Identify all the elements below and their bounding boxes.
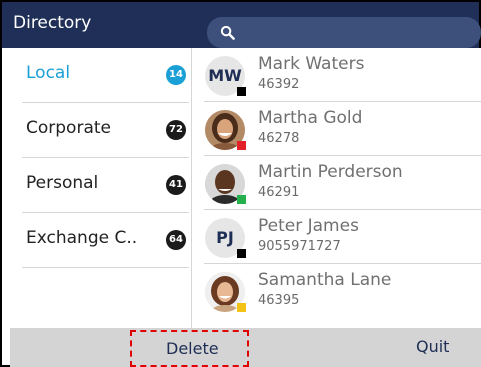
contact-extension: 46291 (258, 185, 300, 200)
quit-button[interactable]: Quit (416, 337, 449, 356)
sidebar-item-personal[interactable]: Personal 41 (22, 158, 189, 213)
sidebar-item-label: Corporate (26, 118, 111, 138)
directory-screen: Directory Local 14 Corporate 72 Personal… (0, 0, 481, 367)
sidebar-item-label: Local (26, 63, 71, 83)
delete-button[interactable]: Delete (130, 330, 249, 367)
count-badge: 64 (166, 230, 186, 250)
contact-extension: 46395 (258, 293, 300, 308)
contact-row-samantha-lane[interactable]: Samantha Lane 46395 (194, 265, 481, 318)
contact-list: MW Mark Waters 46392 Martha Gold 46278 M… (194, 48, 481, 328)
count-badge: 41 (166, 175, 186, 195)
presence-status-icon (237, 87, 246, 96)
search-icon (220, 25, 235, 40)
contact-name: Peter James (258, 216, 359, 236)
sidebar-item-exchange[interactable]: Exchange C.. 64 (22, 213, 189, 268)
directory-sidebar: Local 14 Corporate 72 Personal 41 Exchan… (10, 48, 192, 328)
header-bar: Directory (2, 2, 481, 48)
sidebar-item-local[interactable]: Local 14 (22, 48, 189, 103)
sidebar-item-label: Exchange C.. (26, 228, 138, 248)
presence-status-icon (237, 195, 246, 204)
contact-row-martin-perderson[interactable]: Martin Perderson 46291 (194, 157, 481, 210)
presence-status-icon (237, 303, 246, 312)
contact-extension: 46278 (258, 131, 300, 146)
contact-name: Martin Perderson (258, 162, 403, 182)
contact-row-mark-waters[interactable]: MW Mark Waters 46392 (194, 49, 481, 102)
count-badge: 72 (166, 120, 186, 140)
contact-name: Mark Waters (258, 54, 365, 74)
contact-name: Samantha Lane (258, 270, 392, 290)
softkey-bar: Delete Quit (10, 328, 481, 367)
contact-row-peter-james[interactable]: PJ Peter James 9055971727 (194, 211, 481, 264)
sidebar-item-label: Personal (26, 173, 99, 193)
page-title: Directory (13, 13, 92, 33)
count-badge: 14 (166, 65, 186, 85)
presence-status-icon (237, 141, 246, 150)
sidebar-item-corporate[interactable]: Corporate 72 (22, 103, 189, 158)
contact-extension: 9055971727 (258, 239, 341, 254)
presence-status-icon (237, 249, 246, 258)
delete-button-label: Delete (166, 339, 219, 358)
search-input[interactable] (207, 17, 481, 48)
contact-name: Martha Gold (258, 108, 363, 128)
contact-extension: 46392 (258, 77, 300, 92)
contact-row-martha-gold[interactable]: Martha Gold 46278 (194, 103, 481, 156)
